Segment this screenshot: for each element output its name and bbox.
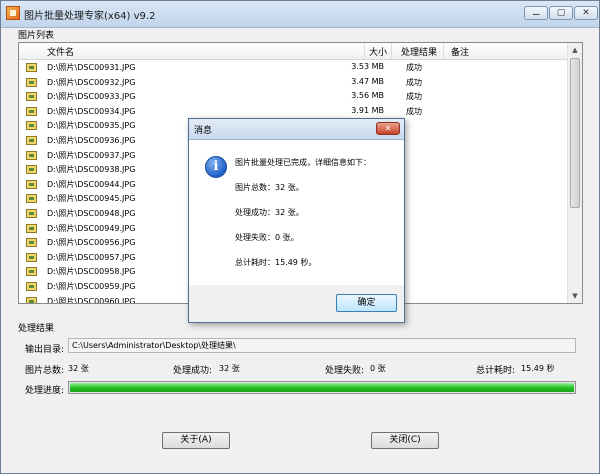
row-filename: D:\照片\DSC00936.JPG xyxy=(47,136,136,145)
output-dir-label: 输出目录: xyxy=(25,345,65,355)
column-header-note[interactable]: 备注 xyxy=(451,45,469,58)
list-header: 文件名 大小 处理结果 备注 xyxy=(19,43,568,60)
row-filename: D:\照片\DSC00935.JPG xyxy=(47,121,136,131)
dialog-message-line: 图片批量处理已完成，详细信息如下： xyxy=(235,158,371,167)
dialog-close-button[interactable]: ✕ xyxy=(376,122,400,135)
table-row[interactable]: D:\照片\DSC00931.JPG 3.53 MB 成功 xyxy=(19,60,568,75)
image-file-icon xyxy=(26,252,37,262)
image-file-icon xyxy=(26,106,37,116)
row-filename: D:\照片\DSC00960.JPG xyxy=(47,296,136,304)
file-list-label: 图片列表 xyxy=(18,31,55,41)
maximize-button[interactable]: ▢ xyxy=(549,6,573,20)
row-filename: D:\照片\DSC00949.JPG xyxy=(47,223,136,233)
dialog-title-bar[interactable]: 消息 ✕ xyxy=(189,119,404,140)
row-size: 3.56 MB xyxy=(351,91,384,101)
row-status: 成功 xyxy=(406,106,422,116)
total-label: 图片总数: xyxy=(25,366,65,376)
row-filename: D:\照片\DSC00944.JPG xyxy=(47,179,136,189)
total-value: 32 张 xyxy=(68,364,89,373)
table-row[interactable]: D:\照片\DSC00932.JPG 3.47 MB 成功 xyxy=(19,75,568,90)
column-header-size[interactable]: 大小 xyxy=(369,45,387,58)
image-file-icon xyxy=(26,282,37,291)
progress-fill xyxy=(70,383,574,392)
column-separator xyxy=(443,43,444,59)
dialog-body: i 图片批量处理已完成，详细信息如下： 图片总数：32 张。 处理成功：32 张… xyxy=(189,140,404,285)
dialog-message-line: 图片总数：32 张。 xyxy=(235,183,304,192)
image-file-icon xyxy=(26,194,37,204)
vertical-scrollbar[interactable]: ▲ ▼ xyxy=(567,43,582,303)
row-status: 成功 xyxy=(406,77,422,87)
scroll-thumb[interactable] xyxy=(570,58,580,208)
row-filename: D:\照片\DSC00933.JPG xyxy=(47,92,136,102)
row-filename: D:\照片\DSC00956.JPG xyxy=(47,238,136,248)
success-value: 32 张 xyxy=(219,364,240,373)
table-row[interactable]: D:\照片\DSC00934.JPG 3.91 MB 成功 xyxy=(19,104,568,119)
image-file-icon xyxy=(26,92,37,102)
image-file-icon xyxy=(26,150,37,160)
success-label: 处理成功: xyxy=(173,366,213,376)
image-file-icon xyxy=(26,209,37,218)
output-dir-field[interactable]: C:\Users\Administrator\Desktop\处理结果\ xyxy=(68,338,576,353)
row-size: 3.53 MB xyxy=(351,62,384,71)
row-size: 3.47 MB xyxy=(351,76,384,86)
column-header-filename[interactable]: 文件名 xyxy=(47,45,74,58)
row-status: 成功 xyxy=(406,92,422,102)
column-separator xyxy=(391,43,392,59)
image-file-icon xyxy=(26,165,37,175)
image-file-icon xyxy=(26,296,37,303)
row-filename: D:\照片\DSC00948.JPG xyxy=(47,209,136,218)
close-app-button[interactable]: 关闭(C) xyxy=(371,432,439,449)
image-file-icon xyxy=(26,267,37,277)
row-filename: D:\照片\DSC00959.JPG xyxy=(47,282,136,291)
dialog-message-line: 处理失败：0 张。 xyxy=(235,233,299,242)
window-title: 图片批量处理专家(x64) v9.2 xyxy=(24,11,156,22)
message-dialog: 消息 ✕ i 图片批量处理已完成，详细信息如下： 图片总数：32 张。 处理成功… xyxy=(188,118,405,323)
app-icon xyxy=(6,6,20,20)
row-filename: D:\照片\DSC00938.JPG xyxy=(47,165,136,175)
row-status: 成功 xyxy=(406,63,422,72)
dialog-title: 消息 xyxy=(194,126,213,136)
dialog-ok-button[interactable]: 确定 xyxy=(336,294,397,312)
image-file-icon xyxy=(26,77,37,87)
row-filename: D:\照片\DSC00932.JPG xyxy=(47,77,136,87)
row-filename: D:\照片\DSC00945.JPG xyxy=(47,194,136,204)
image-file-icon xyxy=(26,136,37,145)
row-filename: D:\照片\DSC00934.JPG xyxy=(47,106,136,116)
progress-bar xyxy=(68,381,576,394)
about-button[interactable]: 关于(A) xyxy=(162,432,230,449)
progress-label: 处理进度: xyxy=(25,386,65,396)
minimize-button[interactable]: ⚊ xyxy=(524,6,548,20)
row-filename: D:\照片\DSC00958.JPG xyxy=(47,267,136,277)
row-filename: D:\照片\DSC00957.JPG xyxy=(47,252,136,262)
title-bar[interactable]: 图片批量处理专家(x64) v9.2 ⚊ ▢ ✕ xyxy=(1,1,599,28)
dialog-message-line: 处理成功：32 张。 xyxy=(235,208,304,217)
fail-value: 0 张 xyxy=(370,364,386,373)
scroll-up-icon[interactable]: ▲ xyxy=(568,43,582,57)
image-file-icon xyxy=(26,238,37,248)
time-label: 总计耗时: xyxy=(476,366,516,376)
image-file-icon xyxy=(26,63,37,72)
close-button[interactable]: ✕ xyxy=(574,6,598,20)
time-value: 15.49 秒 xyxy=(521,364,555,373)
row-size: 3.91 MB xyxy=(351,105,384,115)
column-separator xyxy=(364,43,365,59)
results-label: 处理结果 xyxy=(18,324,55,334)
image-file-icon xyxy=(26,223,37,233)
column-header-result[interactable]: 处理结果 xyxy=(401,45,437,58)
fail-label: 处理失败: xyxy=(325,366,365,376)
dialog-message-line: 总计耗时：15.49 秒。 xyxy=(235,258,317,267)
scroll-down-icon[interactable]: ▼ xyxy=(568,289,582,303)
main-window: 图片批量处理专家(x64) v9.2 ⚊ ▢ ✕ 图片列表 文件名 大小 处理结… xyxy=(0,0,600,474)
info-icon: i xyxy=(205,156,227,178)
row-filename: D:\照片\DSC00937.JPG xyxy=(47,150,136,160)
table-row[interactable]: D:\照片\DSC00933.JPG 3.56 MB 成功 xyxy=(19,89,568,104)
image-file-icon xyxy=(26,121,37,131)
row-filename: D:\照片\DSC00931.JPG xyxy=(47,63,136,72)
image-file-icon xyxy=(26,179,37,189)
